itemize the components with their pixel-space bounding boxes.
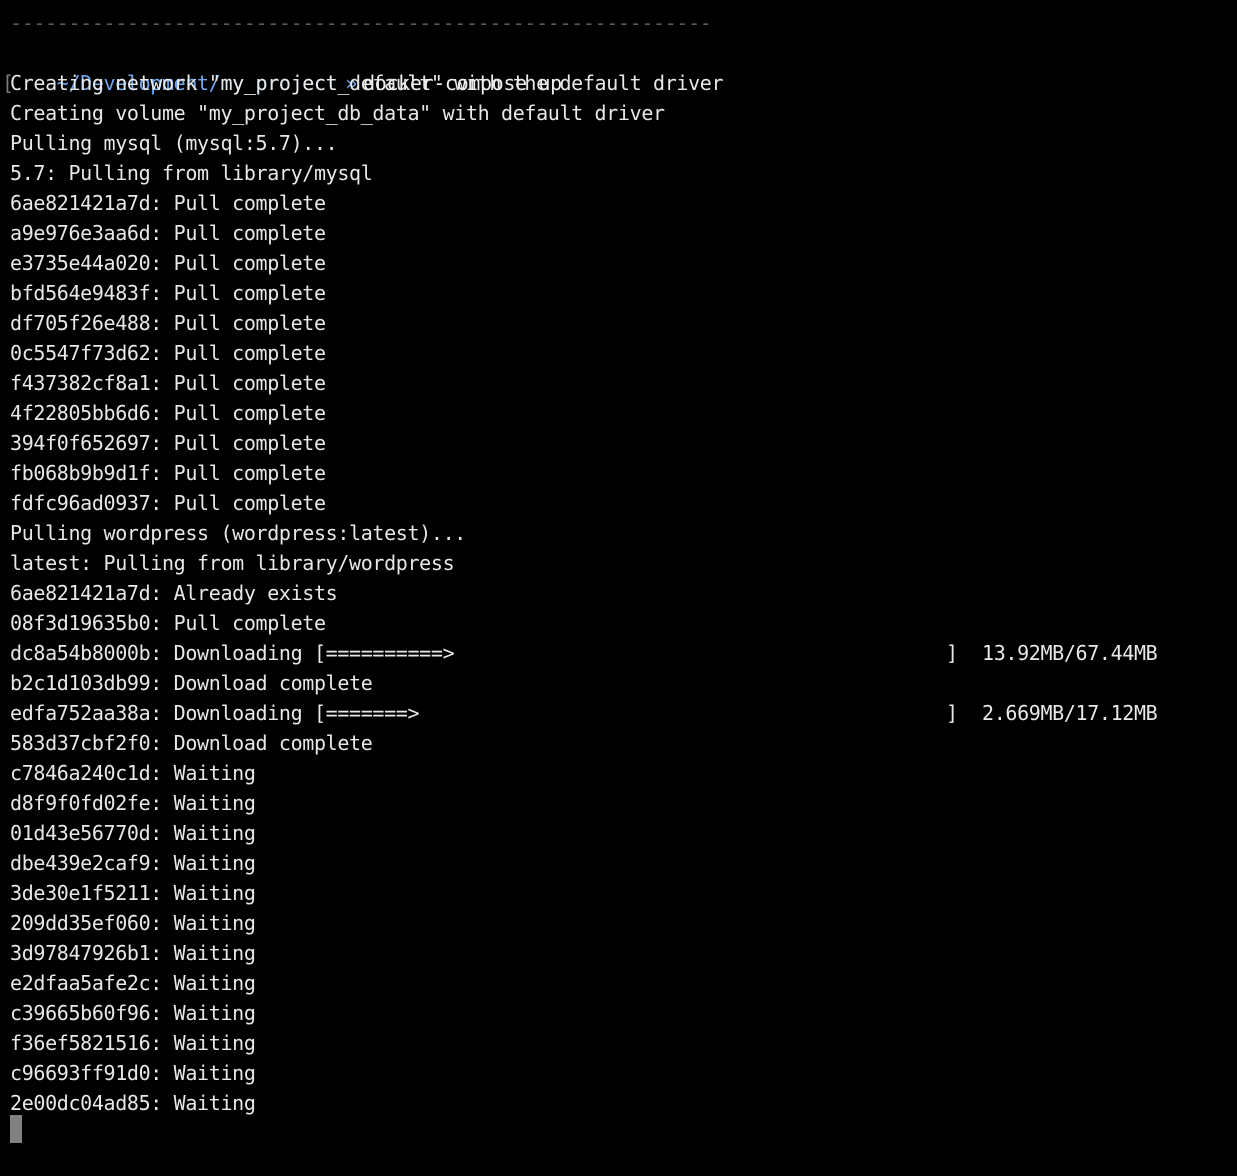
output-line: 01d43e56770d: Waiting — [10, 821, 256, 845]
output-line: 6ae821421a7d: Already exists — [10, 581, 338, 605]
output-line: 3de30e1f5211: Waiting — [10, 881, 256, 905]
download-progress-line: edfa752aa38a: Downloading [=======> — [10, 701, 420, 725]
progress-bar-end: ] — [946, 641, 959, 665]
output-line: 3d97847926b1: Waiting — [10, 941, 256, 965]
download-progress-line: dc8a54b8000b: Downloading [==========> — [10, 641, 455, 665]
output-line: fdfc96ad0937: Pull complete — [10, 491, 326, 515]
terminal-cursor[interactable] — [10, 1115, 22, 1143]
output-line: Creating volume "my_project_db_data" wit… — [10, 101, 665, 125]
output-line: Creating network "my_project_default" wi… — [10, 71, 724, 95]
output-line: 2e00dc04ad85: Waiting — [10, 1091, 256, 1115]
separator-line: ----------------------------------------… — [10, 11, 712, 35]
output-line: c7846a240c1d: Waiting — [10, 761, 256, 785]
output-line: bfd564e9483f: Pull complete — [10, 281, 326, 305]
output-line: c96693ff91d0: Waiting — [10, 1061, 256, 1085]
output-line: e2dfaa5afe2c: Waiting — [10, 971, 256, 995]
output-line: Pulling wordpress (wordpress:latest)... — [10, 521, 466, 545]
output-line: 08f3d19635b0: Pull complete — [10, 611, 326, 635]
output-line: b2c1d103db99: Download complete — [10, 671, 373, 695]
output-line: 4f22805bb6d6: Pull complete — [10, 401, 326, 425]
output-line: 6ae821421a7d: Pull complete — [10, 191, 326, 215]
download-size: 2.669MB/17.12MB — [982, 701, 1158, 725]
output-line: fb068b9b9d1f: Pull complete — [10, 461, 326, 485]
output-line: 209dd35ef060: Waiting — [10, 911, 256, 935]
output-line: Pulling mysql (mysql:5.7)... — [10, 131, 338, 155]
prompt-line: [~/Development/my_project» docker-compose… — [2, 38, 562, 95]
output-line: 583d37cbf2f0: Download complete — [10, 731, 373, 755]
output-line: 5.7: Pulling from library/mysql — [10, 161, 373, 185]
output-line: f36ef5821516: Waiting — [10, 1031, 256, 1055]
output-line: a9e976e3aa6d: Pull complete — [10, 221, 326, 245]
output-line: dbe439e2caf9: Waiting — [10, 851, 256, 875]
output-line: latest: Pulling from library/wordpress — [10, 551, 455, 575]
download-size: 13.92MB/67.44MB — [982, 641, 1158, 665]
output-line: f437382cf8a1: Pull complete — [10, 371, 326, 395]
output-line: df705f26e488: Pull complete — [10, 311, 326, 335]
output-line: d8f9f0fd02fe: Waiting — [10, 791, 256, 815]
progress-bar-end: ] — [946, 701, 959, 725]
output-line: 394f0f652697: Pull complete — [10, 431, 326, 455]
output-line: 0c5547f73d62: Pull complete — [10, 341, 326, 365]
terminal-window[interactable]: ----------------------------------------… — [0, 0, 1237, 1176]
output-line: e3735e44a020: Pull complete — [10, 251, 326, 275]
output-line: c39665b60f96: Waiting — [10, 1001, 256, 1025]
